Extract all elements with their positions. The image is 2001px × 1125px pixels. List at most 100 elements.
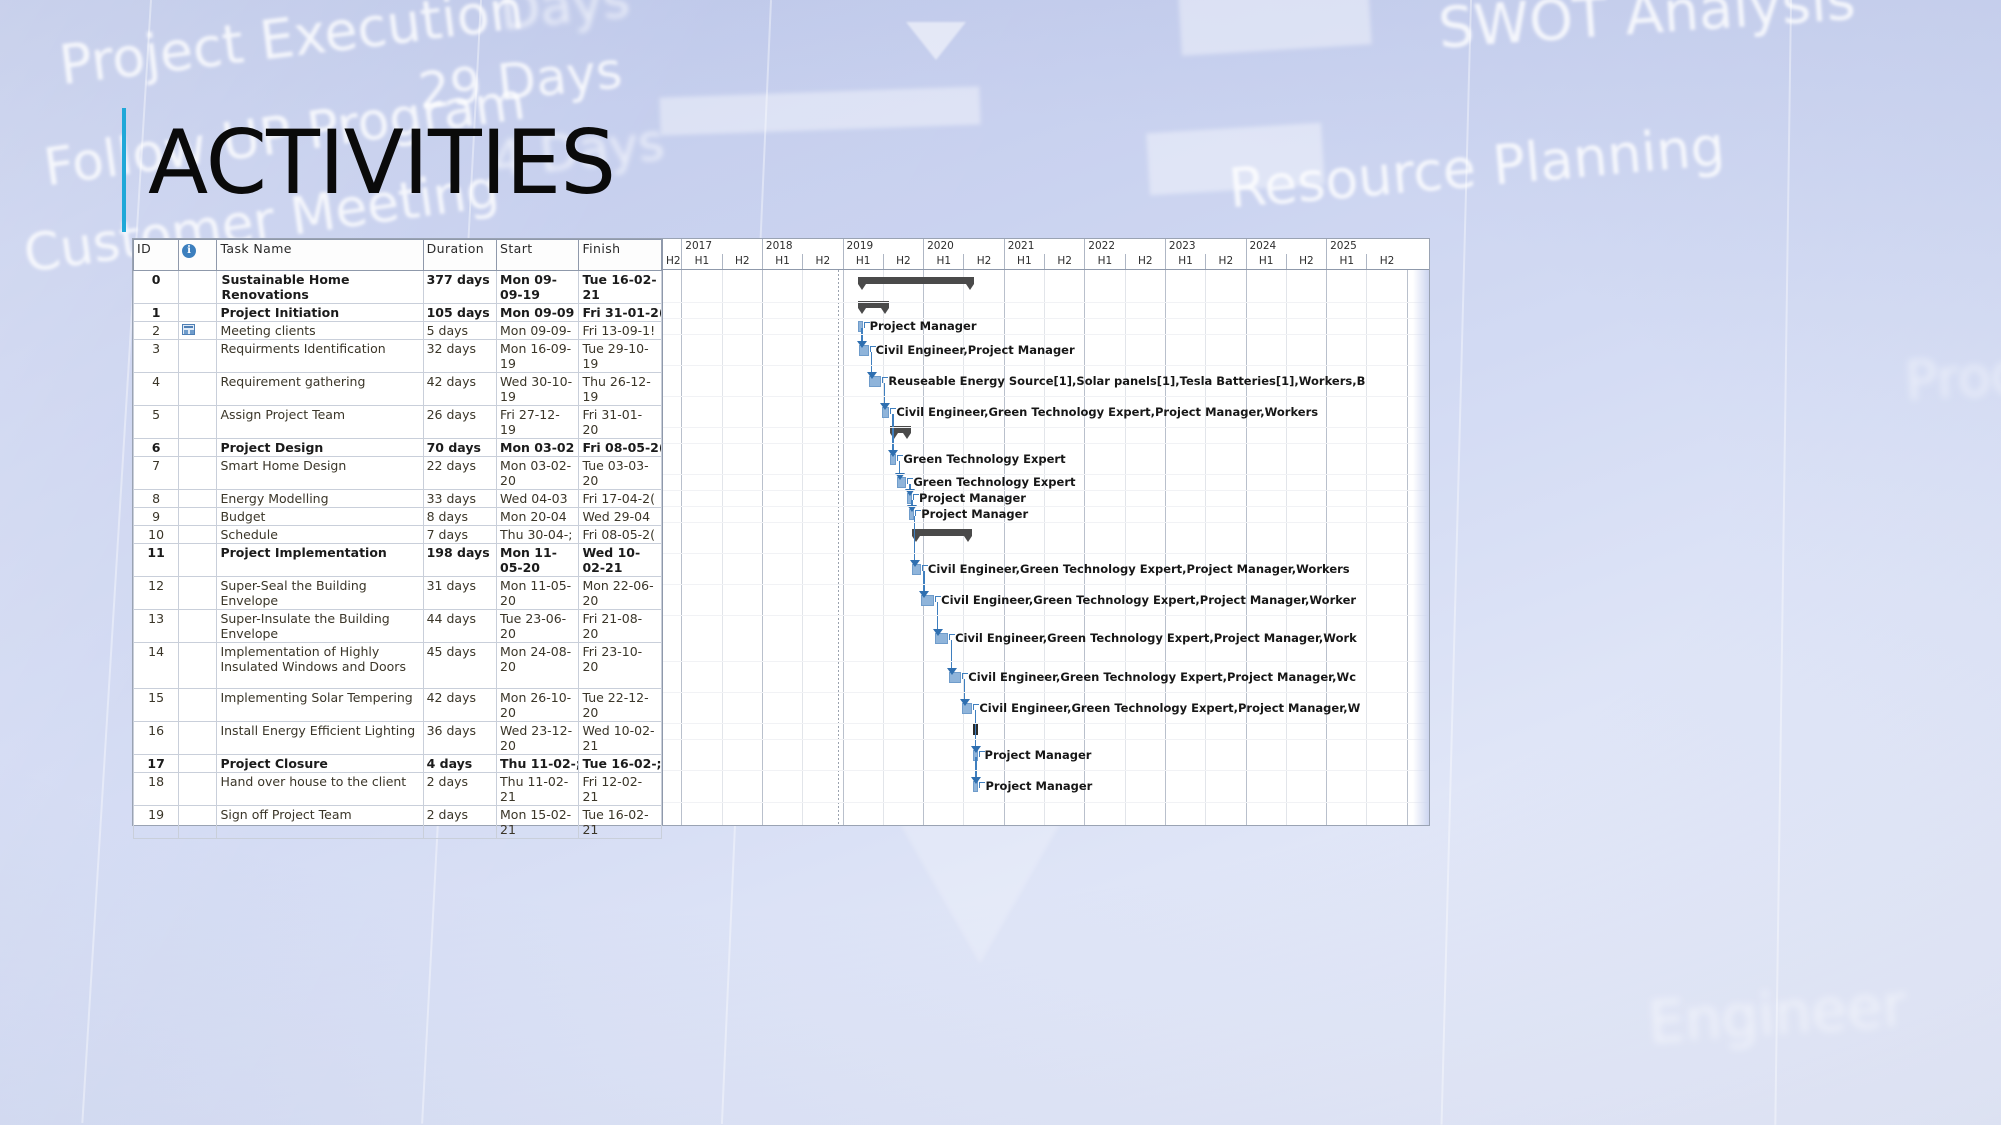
cell-indicator[interactable] [179, 773, 217, 806]
cell-id: 4 [134, 373, 179, 406]
gantt-resource-label: Civil Engineer,Green Technology Expert,P… [979, 702, 1360, 714]
cell-id: 13 [134, 610, 179, 643]
column-header-finish[interactable]: Finish [579, 240, 662, 271]
timeline-gridline [802, 270, 803, 825]
gantt-row-separator [663, 770, 1429, 771]
gantt-resource-label: Project Manager [919, 492, 1026, 504]
cell-indicator[interactable] [179, 439, 217, 457]
table-row[interactable]: 6Project Design70 daysMon 03-02Fri 08-05… [134, 439, 662, 457]
cell-finish: Fri 13-09-1! [579, 322, 662, 340]
cell-duration: 42 days [423, 373, 496, 406]
timeline-half-cell: H1 [1084, 254, 1124, 269]
cell-indicator[interactable] [179, 322, 217, 340]
cell-indicator[interactable] [179, 490, 217, 508]
gantt-row-separator [663, 302, 1429, 303]
gantt-timeline-area[interactable]: 201720182019202020212022202320242025 H2H… [663, 239, 1429, 825]
cell-id: 14 [134, 643, 179, 689]
cell-task-name: Energy Modelling [217, 490, 423, 508]
table-row[interactable]: 13Super-Insulate the Building Envelope44… [134, 610, 662, 643]
column-header-id[interactable]: ID [134, 240, 179, 271]
cell-duration: 42 days [423, 689, 496, 722]
cell-finish: Fri 21-08-20 [579, 610, 662, 643]
cell-indicator[interactable] [179, 373, 217, 406]
timeline-half-cell: H2 [722, 254, 762, 269]
table-row[interactable]: 19Sign off Project Team2 daysMon 15-02-2… [134, 806, 662, 839]
table-row[interactable]: 8Energy Modelling33 daysWed 04-03Fri 17-… [134, 490, 662, 508]
cell-indicator[interactable] [179, 526, 217, 544]
table-row[interactable]: 3Requirments Identification32 daysMon 16… [134, 340, 662, 373]
column-header-start[interactable]: Start [497, 240, 579, 271]
gantt-plot[interactable]: Project Manager Civil Engineer,Project Ma… [663, 270, 1429, 825]
cell-indicator[interactable] [179, 722, 217, 755]
table-row[interactable]: 9Budget8 daysMon 20-04Wed 29-04 [134, 508, 662, 526]
cell-indicator[interactable] [179, 406, 217, 439]
timeline-gridline [722, 270, 723, 825]
gantt-summary-bar[interactable] [912, 529, 973, 536]
note-icon[interactable] [182, 324, 195, 335]
gantt-task-grid[interactable]: ID i Task Name Duration Start Finish 0Su… [133, 239, 663, 825]
cell-finish: Tue 03-03-20 [579, 457, 662, 490]
cell-indicator[interactable] [179, 610, 217, 643]
cell-indicator[interactable] [179, 271, 217, 304]
table-row[interactable]: 17Project Closure4 daysThu 11-02-;Tue 16… [134, 755, 662, 773]
gantt-resource-label: Project Manager [985, 749, 1092, 761]
table-row[interactable]: 4Requirement gathering42 daysWed 30-10-1… [134, 373, 662, 406]
cell-indicator[interactable] [179, 304, 217, 322]
cell-finish: Tue 16-02-21 [579, 271, 662, 304]
cell-indicator[interactable] [179, 457, 217, 490]
cell-duration: 36 days [423, 722, 496, 755]
cell-duration: 8 days [423, 508, 496, 526]
gantt-row-separator [663, 318, 1429, 319]
cell-indicator[interactable] [179, 689, 217, 722]
column-header-task-name[interactable]: Task Name [217, 240, 423, 271]
column-header-duration[interactable]: Duration [423, 240, 496, 271]
timeline-gridline [1286, 270, 1287, 825]
timeline-year-cell: 2022 [1084, 239, 1165, 254]
table-row[interactable]: 2Meeting clients5 daysMon 09-09-Fri 13-0… [134, 322, 662, 340]
gantt-resource-label: Civil Engineer,Project Manager [876, 344, 1075, 356]
cell-finish: Fri 31-01-20 [579, 406, 662, 439]
table-row[interactable]: 1Project Initiation105 daysMon 09-09Fri … [134, 304, 662, 322]
table-row[interactable]: 16 Install Energy Efficient Lighting36 da… [134, 722, 662, 755]
gantt-dependency-link [975, 757, 977, 779]
cell-task-name: Schedule [217, 526, 423, 544]
cell-indicator[interactable] [179, 508, 217, 526]
title-accent-bar [122, 108, 126, 232]
cell-duration: 44 days [423, 610, 496, 643]
cell-task-name: Hand over house to the client [217, 773, 423, 806]
gantt-row-separator [663, 490, 1429, 491]
cell-start: Thu 30-04-; [497, 526, 579, 544]
cell-task-name: Assign Project Team [217, 406, 423, 439]
cell-indicator[interactable] [179, 806, 217, 839]
cell-indicator[interactable] [179, 755, 217, 773]
cell-task-name: Install Energy Efficient Lighting [217, 722, 423, 755]
cell-id: 16 [134, 722, 179, 755]
table-row[interactable]: 10Schedule7 daysThu 30-04-;Fri 08-05-2( [134, 526, 662, 544]
cell-indicator[interactable] [179, 544, 217, 577]
table-row[interactable]: 18Hand over house to the client2 daysThu… [134, 773, 662, 806]
cell-task-name: Project Initiation [217, 304, 423, 322]
table-row[interactable]: 7Smart Home Design22 daysMon 03-02-20Tue… [134, 457, 662, 490]
cell-id: 7 [134, 457, 179, 490]
cell-indicator[interactable] [179, 577, 217, 610]
table-row[interactable]: 15Implementing Solar Tempering42 daysMon… [134, 689, 662, 722]
cell-start: Mon 16-09-19 [497, 340, 579, 373]
timeline-half-cell: H2 [802, 254, 842, 269]
table-row[interactable]: 14Implementation of Highly Insulated Win… [134, 643, 662, 689]
table-row[interactable]: 12Super-Seal the Building Envelope31 day… [134, 577, 662, 610]
timeline-year-cell: 2024 [1246, 239, 1327, 254]
cell-finish: Mon 22-06-20 [579, 577, 662, 610]
cell-indicator[interactable] [179, 340, 217, 373]
cell-indicator[interactable] [179, 643, 217, 689]
gantt-summary-bar[interactable] [858, 277, 974, 284]
gantt-resource-label: Project Manager [870, 320, 977, 332]
table-row[interactable]: 0Sustainable Home Renovations377 daysMon… [134, 271, 662, 304]
cell-duration: 45 days [423, 643, 496, 689]
cell-id: 6 [134, 439, 179, 457]
timeline-gridline [762, 270, 763, 825]
timeline-gridline [1084, 270, 1085, 825]
gantt-dependency-arrow [867, 372, 877, 379]
table-row[interactable]: 11Project Implementation198 daysMon 11-0… [134, 544, 662, 577]
table-row[interactable]: 5Assign Project Team26 daysFri 27-12-19F… [134, 406, 662, 439]
column-header-indicator[interactable]: i [179, 240, 217, 271]
